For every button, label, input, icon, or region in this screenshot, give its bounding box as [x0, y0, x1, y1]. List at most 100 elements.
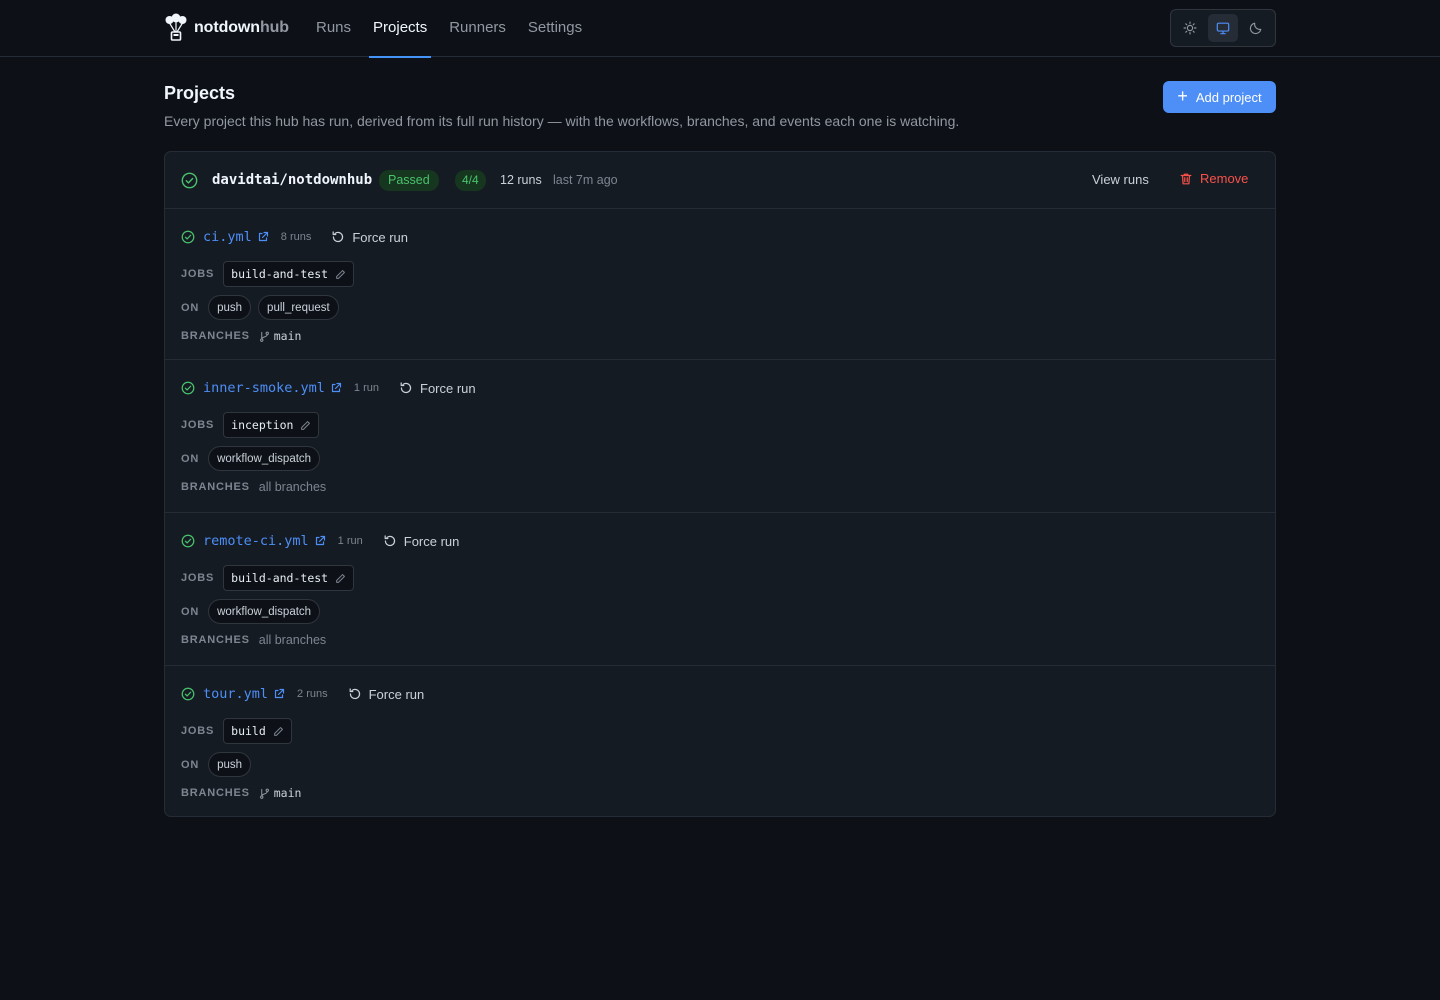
check-circle-icon — [181, 687, 195, 701]
events-row: ON workflow_dispatch — [181, 446, 327, 471]
passed-ratio-badge: 4/4 — [455, 170, 486, 191]
branches-label: BRANCHES — [181, 481, 250, 493]
external-link-icon[interactable] — [257, 231, 269, 243]
external-link-icon[interactable] — [314, 535, 326, 547]
workflow-section: inner-smoke.yml 1 run Force run JOBS incepti… — [165, 360, 1275, 513]
tab-settings[interactable]: Settings — [524, 0, 586, 57]
repo-name[interactable]: davidtai/notdownhub — [212, 172, 372, 188]
force-run-button[interactable]: Force run — [399, 381, 476, 396]
event-chip: pull_request — [258, 295, 339, 320]
workflow-section: tour.yml 2 runs Force run JOBS build ON push BR… — [165, 666, 1275, 816]
force-run-button[interactable]: Force run — [348, 686, 425, 702]
remove-project-button[interactable]: Remove — [1179, 171, 1248, 186]
main-nav: Runs Projects Runners Settings — [312, 0, 600, 58]
page-title: Projects — [164, 83, 236, 103]
check-circle-icon — [181, 172, 198, 189]
pencil-icon[interactable] — [300, 420, 311, 431]
event-chip: workflow_dispatch — [208, 599, 321, 624]
force-run-label: Force run — [403, 533, 460, 549]
dark-theme-button[interactable] — [1241, 14, 1271, 42]
check-circle-icon — [181, 230, 195, 244]
brand-name: notdownhub — [194, 19, 289, 37]
branches-row: BRANCHES main — [181, 786, 301, 800]
job-chip[interactable]: build-and-test — [223, 565, 355, 591]
status-badge: Passed — [379, 170, 439, 191]
external-link-icon[interactable] — [273, 688, 285, 700]
on-label: ON — [181, 301, 200, 314]
workflow-name-link[interactable]: remote-ci.yml — [203, 533, 309, 549]
on-label: ON — [181, 452, 200, 465]
refresh-icon — [384, 535, 395, 547]
add-project-label: Add project — [1195, 89, 1262, 105]
jobs-row: JOBS build-and-test — [181, 565, 355, 591]
branches-row: BRANCHES all branches — [181, 480, 326, 494]
workflow-header: remote-ci.yml 1 run Force run — [181, 531, 459, 551]
runs-count: 12 runs — [500, 173, 542, 187]
pencil-icon[interactable] — [335, 269, 346, 280]
on-label: ON — [181, 758, 200, 771]
remove-label: Remove — [1200, 171, 1249, 186]
workflow-header: inner-smoke.yml 1 run Force run — [181, 378, 476, 398]
plus-icon: + — [1177, 86, 1188, 106]
brand[interactable]: notdownhub — [164, 13, 289, 43]
add-project-button[interactable]: + Add project — [1163, 81, 1276, 113]
job-name: build — [231, 724, 266, 738]
branches-label: BRANCHES — [181, 634, 250, 646]
branches-label: BRANCHES — [181, 787, 250, 799]
branch-value: all branches — [258, 633, 327, 647]
events-row: ON push pull_request — [181, 295, 346, 320]
jobs-label: JOBS — [181, 725, 215, 737]
force-run-button[interactable]: Force run — [383, 533, 460, 549]
tab-runs[interactable]: Runs — [312, 0, 355, 57]
job-name: inception — [231, 418, 294, 432]
branches-row: BRANCHES main — [181, 329, 301, 343]
workflow-section: ci.yml 8 runs Force run JOBS build-and-test O… — [165, 209, 1275, 360]
workflow-runs-count: 8 runs — [280, 231, 312, 243]
git-branch-icon — [259, 788, 269, 799]
branches-row: BRANCHES all branches — [181, 633, 326, 647]
workflow-runs-count: 2 runs — [297, 688, 328, 700]
project-header: davidtai/notdownhub Passed 4/4 12 runs l… — [165, 152, 1275, 209]
refresh-icon — [400, 382, 412, 394]
external-link-icon[interactable] — [330, 382, 342, 394]
view-runs-button[interactable]: View runs — [1092, 172, 1149, 187]
workflow-runs-count: 1 run — [353, 382, 379, 394]
check-circle-icon — [181, 534, 195, 548]
tab-runners[interactable]: Runners — [445, 0, 510, 57]
job-name: build-and-test — [231, 571, 329, 585]
brand-name-muted: hub — [259, 19, 289, 36]
branch-value: main — [259, 786, 302, 800]
jobs-row: JOBS inception — [181, 412, 320, 438]
force-run-label: Force run — [368, 686, 425, 702]
branch-name: main — [273, 786, 302, 800]
workflow-name-link[interactable]: inner-smoke.yml — [203, 380, 325, 396]
workflow-runs-count: 1 run — [337, 535, 363, 547]
workflow-name-link[interactable]: tour.yml — [203, 686, 268, 702]
pencil-icon[interactable] — [273, 726, 284, 737]
jobs-label: JOBS — [181, 419, 215, 431]
job-chip[interactable]: build-and-test — [223, 261, 355, 287]
events-row: ON workflow_dispatch — [181, 599, 327, 624]
branches-label: BRANCHES — [181, 330, 250, 342]
pencil-icon[interactable] — [335, 573, 346, 584]
jobs-label: JOBS — [181, 268, 215, 280]
force-run-label: Force run — [352, 229, 408, 245]
workflow-section: remote-ci.yml 1 run Force run JOBS build-and… — [165, 513, 1275, 666]
monitor-icon — [1216, 22, 1230, 35]
check-circle-icon — [181, 381, 195, 395]
project-card: davidtai/notdownhub Passed 4/4 12 runs l… — [164, 151, 1276, 817]
force-run-button[interactable]: Force run — [331, 230, 408, 245]
light-theme-button[interactable] — [1175, 14, 1205, 42]
branch-value: all branches — [258, 480, 327, 494]
trash-icon — [1180, 173, 1192, 184]
on-label: ON — [181, 605, 200, 618]
top-nav-bar: notdownhub Runs Projects Runners Setting… — [0, 0, 1440, 58]
workflow-name-link[interactable]: ci.yml — [203, 229, 252, 245]
job-chip[interactable]: inception — [223, 412, 320, 438]
tab-projects[interactable]: Projects — [369, 0, 432, 58]
workflow-list: ci.yml 8 runs Force run JOBS build-and-test O… — [165, 209, 1275, 816]
job-chip[interactable]: build — [223, 718, 292, 744]
system-theme-button[interactable] — [1207, 14, 1238, 42]
jobs-row: JOBS build — [181, 718, 292, 744]
last-run-time: last 7m ago — [553, 173, 618, 187]
